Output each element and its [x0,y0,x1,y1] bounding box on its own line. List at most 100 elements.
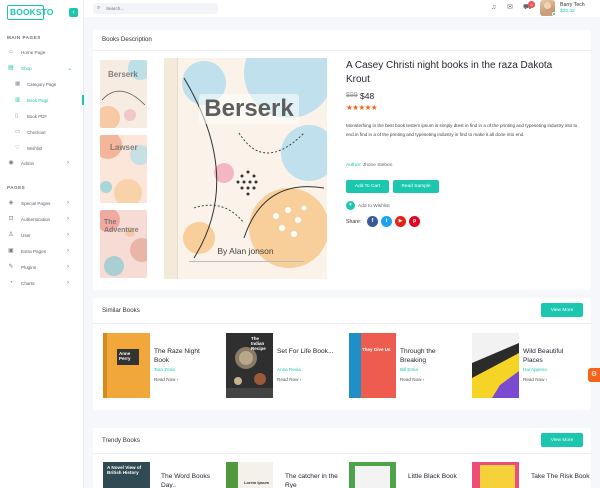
search-icon: ⌕ [97,5,101,11]
add-to-wishlist-link[interactable]: ♥ Add to Wishlist [346,201,390,210]
view-more-button[interactable]: View More [541,433,583,447]
sidebar-item-home[interactable]: ⌂ Home Page [0,46,84,58]
mail-icon[interactable]: ✉ [507,4,513,12]
sidebar-item-authentication[interactable]: ⊡ Authentication › [0,213,84,225]
book-cover[interactable]: The Indian Recipe [226,333,273,398]
card-title: Trendy Books [102,437,140,444]
search-box[interactable]: ⌕ [93,3,218,14]
book-cover[interactable] [472,333,519,398]
file-icon: ▯ [15,113,19,119]
book-title[interactable]: Wild Beautiful Places [523,348,583,365]
author-label: Author: [346,163,362,168]
chevron-right-icon: › [67,231,70,238]
cover-panel [355,466,390,488]
admin-icon: ◉ [8,160,14,166]
user-icon: ♙ [8,232,14,238]
sidebar-toggle-button[interactable]: ‹ [69,8,78,17]
online-status-dot [552,12,556,16]
read-now-link[interactable]: Read Now › [154,377,178,382]
youtube-icon[interactable]: ▶ [395,216,406,227]
thumbnail-the-adventure[interactable]: The Adventure [100,210,147,278]
sidebar-item-label: Special Pages [21,200,51,206]
sidebar: BOOKSTO ‹ MAIN PAGES ⌂ Home Page ▤ Shop … [0,0,84,488]
add-to-cart-button[interactable]: Add To Cart [346,180,389,193]
sidebar-item-plugins[interactable]: ✎ Plugins › [0,261,84,273]
sidebar-item-label: Book PDF [27,113,48,119]
book-cover[interactable]: A Novel View of British History [103,462,150,488]
divider [93,453,591,454]
product-description: Monsterhing in the best book testem ipsu… [346,123,578,137]
rating-stars: ★★★★★ [346,103,378,112]
sidebar-item-shop[interactable]: ▤ Shop ⌄ [0,62,84,74]
author-line: Author: Jhone Steben [346,163,392,168]
pages-icon: ▣ [8,248,14,254]
sidebar-subitem-book-page[interactable]: ▥ Book Page [0,94,84,106]
book-author[interactable]: Bill Emia [400,367,418,372]
thumbnail-lawser[interactable]: Lawser [100,135,147,203]
cart-icon: ▭ [15,129,21,135]
new-price: $48 [360,91,375,101]
sidebar-item-label: Plugins [21,264,37,270]
sidebar-item-label: Wishlist [27,145,43,151]
book-author[interactable]: Hal Appeno [523,367,547,372]
read-now-link[interactable]: Read Now › [400,377,424,382]
book-spine [226,462,238,488]
chevron-right-icon: › [67,199,70,206]
brand-logo[interactable]: BOOKSTO [7,5,53,20]
main-book-cover[interactable]: Berserk By Alan jonson [164,58,327,279]
bell-icon[interactable]: ♫ [491,4,496,12]
book-author[interactable]: Tara Zona [154,367,175,372]
sidebar-item-special-pages[interactable]: ◈ Special Pages › [0,197,84,209]
card-title: Books Description [102,36,152,43]
view-more-button[interactable]: View More [541,303,583,317]
read-now-link[interactable]: Read Now › [523,377,547,382]
sidebar-item-label: Home Page [21,49,46,55]
sidebar-item-label: Admin [21,160,35,166]
book-cover[interactable] [349,462,396,488]
cover-text: The Indian Recipe [251,336,266,351]
sidebar-subitem-wishlist[interactable]: ♡ Wishlist [0,142,84,154]
sidebar-item-extra-pages[interactable]: ▣ Extra Pages › [0,245,84,257]
read-now-link[interactable]: Read Now › [277,377,301,382]
book-cover[interactable]: Anne Perry [103,333,150,398]
chevron-down-icon: ⌄ [67,65,73,72]
settings-gear-icon[interactable]: ⚙ [588,368,600,382]
book-spine [103,333,107,398]
book-title[interactable]: Through the Breaking [400,348,460,365]
book-title[interactable]: The Raze Night Book [154,348,214,365]
twitter-icon[interactable]: t [381,216,392,227]
sidebar-subitem-book-pdf[interactable]: ▯ Book PDF [0,110,84,122]
book-cover[interactable]: They Give Us [349,333,396,398]
sidebar-subitem-checkout[interactable]: ▭ Checkout [0,126,84,138]
sidebar-item-admin[interactable]: ◉ Admin › [0,157,84,169]
book-author[interactable]: Anna Rexia [277,367,301,372]
user-name[interactable]: Barry Tech [560,2,585,8]
cover-text: Anne Perry [117,349,139,365]
sidebar-item-label: Authentication [21,216,51,222]
sidebar-item-user[interactable]: ♙ User › [0,229,84,241]
sidebar-item-label: Charts [21,280,35,286]
layers-icon: ◈ [8,200,14,206]
book-title[interactable]: The Word Books Day.. [161,473,221,488]
sidebar-item-label: Shop [21,65,32,71]
read-sample-button[interactable]: Read Sample [393,180,439,193]
book-title[interactable]: Set For Life Book... [277,348,337,357]
cover-text: A Novel View of British History [107,465,142,475]
book-title[interactable]: Take The Risk Book [531,473,591,482]
book-cover[interactable] [472,462,519,488]
cover-author: By Alan jonson [217,246,274,256]
thumbnail-berserk[interactable]: Berserk [100,60,147,128]
book-title[interactable]: The catcher in the Rye [285,473,345,488]
chart-icon: ◔ [9,280,13,286]
book-cover[interactable]: Lorem Ipsum [226,462,273,488]
sidebar-item-charts[interactable]: ◔ Charts › [0,277,84,289]
cover-text: Lorem Ipsum [244,480,270,485]
pinterest-icon[interactable]: p [409,216,420,227]
facebook-icon[interactable]: f [367,216,378,227]
sidebar-subitem-category[interactable]: ▦ Category Page [0,78,84,90]
divider [93,50,591,51]
search-input[interactable] [106,4,211,13]
user-balance: $20.32 [560,9,575,14]
book-title[interactable]: Little Black Book [408,473,468,482]
cover-blurb-line [189,261,304,262]
